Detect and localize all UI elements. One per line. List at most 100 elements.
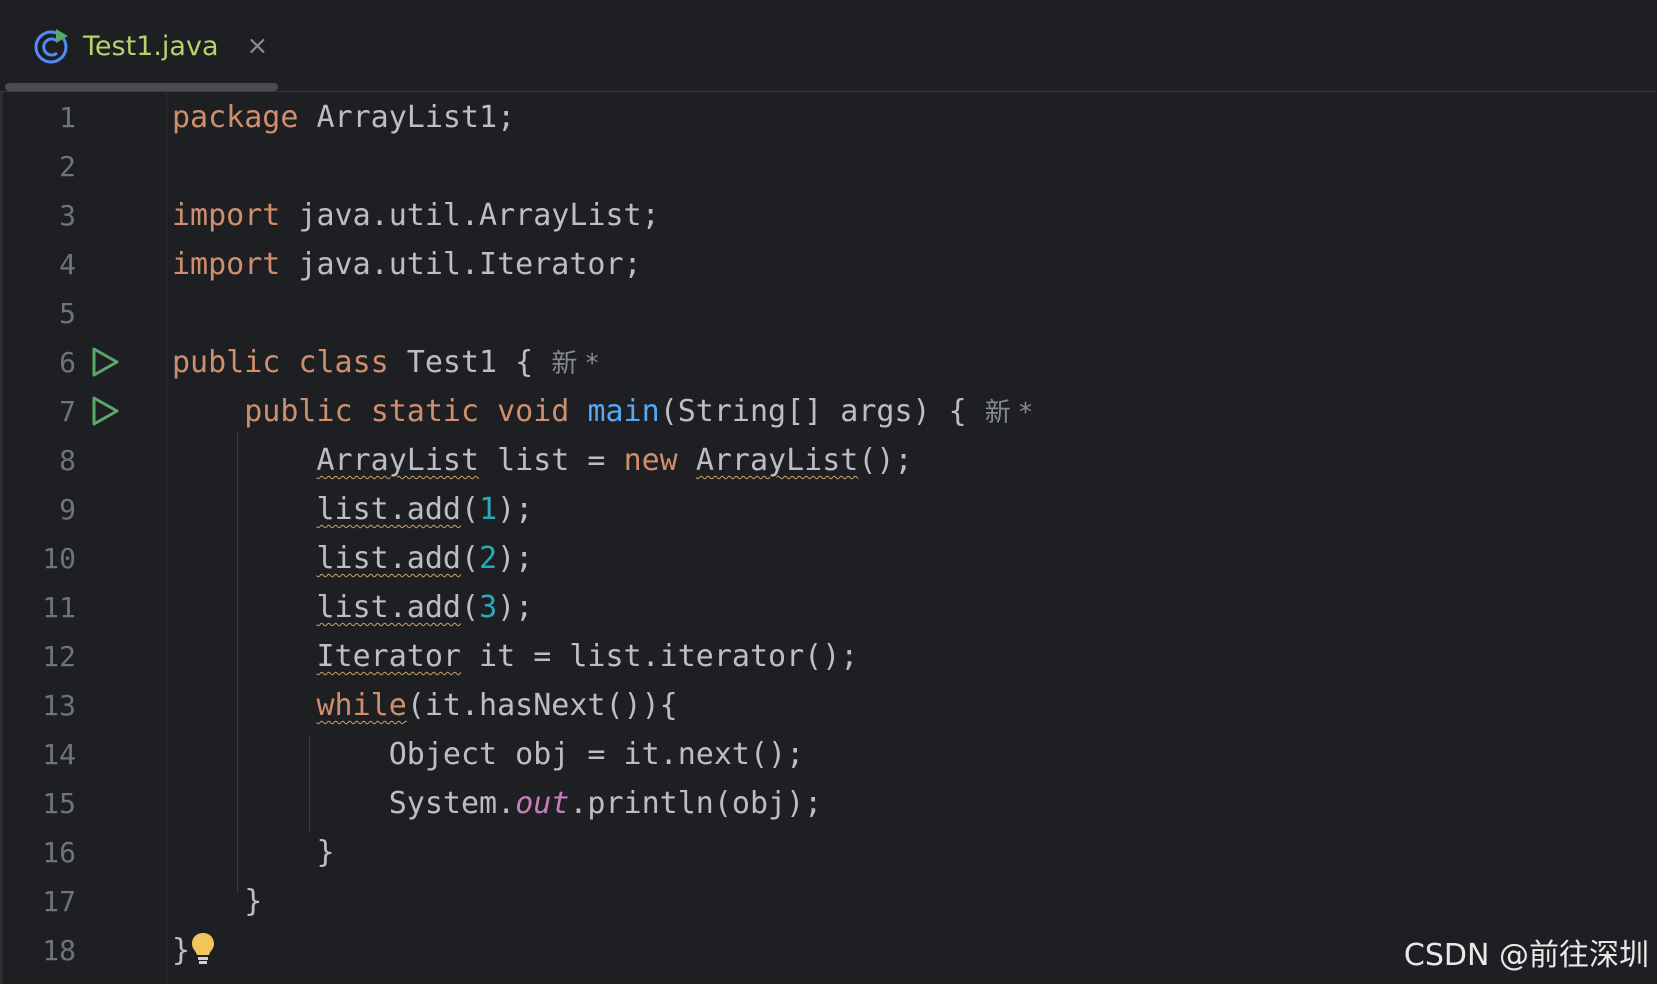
line-number: 18 (42, 934, 76, 967)
code-line: 13 while(it.hasNext()){ (0, 681, 1657, 730)
number-literal: 1 (479, 492, 498, 527)
tab-label: Test1.java (83, 30, 219, 62)
watermark: CSDN @前往深圳 (1403, 938, 1649, 973)
code-line: 12 Iterator it = list.iterator(); (0, 632, 1657, 681)
code-line: 10 list.add(2); (0, 534, 1657, 583)
code-text[interactable]: } (172, 926, 216, 975)
code-token: list.add (316, 492, 462, 527)
code-line: 5 (0, 289, 1657, 338)
code-text[interactable]: System.out.println(obj); (172, 779, 823, 828)
code-text[interactable]: } (172, 877, 262, 926)
code-token: ( (461, 492, 480, 527)
code-text[interactable]: ArrayList list = new ArrayList(); (172, 436, 913, 485)
keyword: void (497, 394, 570, 429)
code-token: } (316, 835, 335, 870)
code-line: 17 } (0, 877, 1657, 926)
code-token: list.add (316, 590, 462, 625)
run-play-icon[interactable] (90, 347, 120, 377)
code-token: ( (461, 590, 480, 625)
code-line: 3 import java.util.ArrayList; (0, 191, 1657, 240)
line-number: 9 (59, 493, 76, 526)
run-play-icon[interactable] (90, 396, 120, 426)
code-text[interactable]: Object obj = it.next(); (172, 730, 804, 779)
code-token: (it.hasNext()){ (406, 688, 678, 723)
line-number: 10 (42, 542, 76, 575)
code-line: 1 package ArrayList1; (0, 93, 1657, 142)
code-text[interactable]: import java.util.Iterator; (172, 240, 642, 289)
code-token: java.util.ArrayList; (280, 198, 660, 233)
code-text[interactable]: list.add(1); (172, 485, 534, 534)
line-number: 11 (42, 591, 76, 624)
java-class-icon (33, 27, 71, 65)
line-number: 7 (59, 395, 76, 428)
code-text[interactable]: package ArrayList1; (172, 93, 515, 142)
code-line: 11 list.add(3); (0, 583, 1657, 632)
number-literal: 3 (479, 590, 498, 625)
line-number: 13 (42, 689, 76, 722)
keyword: public (244, 394, 353, 429)
code-token: System. (388, 786, 516, 821)
keyword: new (623, 443, 678, 478)
line-number: 8 (59, 444, 76, 477)
code-line: 16 } (0, 828, 1657, 877)
keyword: package (172, 100, 299, 135)
code-text[interactable]: while(it.hasNext()){ (172, 681, 678, 730)
line-number: 12 (42, 640, 76, 673)
keyword: static (370, 394, 480, 429)
code-token: .println(obj); (569, 786, 823, 821)
code-token: (); (858, 443, 913, 478)
line-number: 17 (42, 885, 76, 918)
code-line: 8 ArrayList list = new ArrayList(); (0, 436, 1657, 485)
code-token: java.util.Iterator; (280, 247, 642, 282)
editor-tab-bar: Test1.java × (0, 0, 1657, 92)
code-token: } (172, 933, 191, 968)
code-token: Object obj = it.next(); (388, 737, 805, 772)
code-token: list = (479, 443, 624, 478)
code-line: 7 public static void main(String[] args)… (0, 387, 1657, 436)
code-token: ArrayList1; (298, 100, 516, 135)
code-line: 9 list.add(1); (0, 485, 1657, 534)
code-line: 2 (0, 142, 1657, 191)
active-tab-indicator (5, 83, 278, 91)
code-token: ); (497, 590, 534, 625)
code-text[interactable]: list.add(2); (172, 534, 534, 583)
line-number: 16 (42, 836, 76, 869)
line-number: 4 (59, 248, 76, 281)
code-token: (String[] args) { (659, 394, 985, 429)
code-token: } (244, 884, 263, 919)
code-token: Test1 { (388, 345, 552, 380)
code-text[interactable]: } (172, 828, 335, 877)
code-line: 15 System.out.println(obj); (0, 779, 1657, 828)
code-text[interactable]: import java.util.ArrayList; (172, 191, 660, 240)
lightbulb-icon[interactable] (190, 931, 216, 965)
code-token: list.add (316, 541, 462, 576)
tab-test1-java[interactable]: Test1.java × (5, 0, 278, 92)
code-token: it = list.iterator(); (461, 639, 859, 674)
code-token: Iterator (316, 639, 462, 674)
static-field: out (515, 786, 570, 821)
code-line: 14 Object obj = it.next(); (0, 730, 1657, 779)
code-token: ArrayList (695, 443, 859, 478)
line-number: 3 (59, 199, 76, 232)
line-number: 15 (42, 787, 76, 820)
keyword: import (172, 247, 281, 282)
line-number: 6 (59, 346, 76, 379)
code-token: ); (497, 492, 534, 527)
code-token: ( (461, 541, 480, 576)
code-text[interactable]: public class Test1 { 新 * (172, 338, 599, 389)
code-text[interactable]: list.add(3); (172, 583, 534, 632)
keyword: class (298, 345, 389, 380)
author-hint[interactable]: 新 * (985, 398, 1032, 428)
keyword: import (172, 198, 281, 233)
line-number: 1 (59, 101, 76, 134)
code-text[interactable]: Iterator it = list.iterator(); (172, 632, 859, 681)
line-number: 2 (59, 150, 76, 183)
keyword: while (316, 688, 407, 723)
line-number: 14 (42, 738, 76, 771)
number-literal: 2 (479, 541, 498, 576)
code-line: 6 public class Test1 { 新 * (0, 338, 1657, 387)
code-text[interactable]: public static void main(String[] args) {… (172, 387, 1032, 438)
author-hint[interactable]: 新 * (551, 349, 598, 379)
code-token: ); (497, 541, 534, 576)
close-icon[interactable]: × (247, 31, 269, 61)
